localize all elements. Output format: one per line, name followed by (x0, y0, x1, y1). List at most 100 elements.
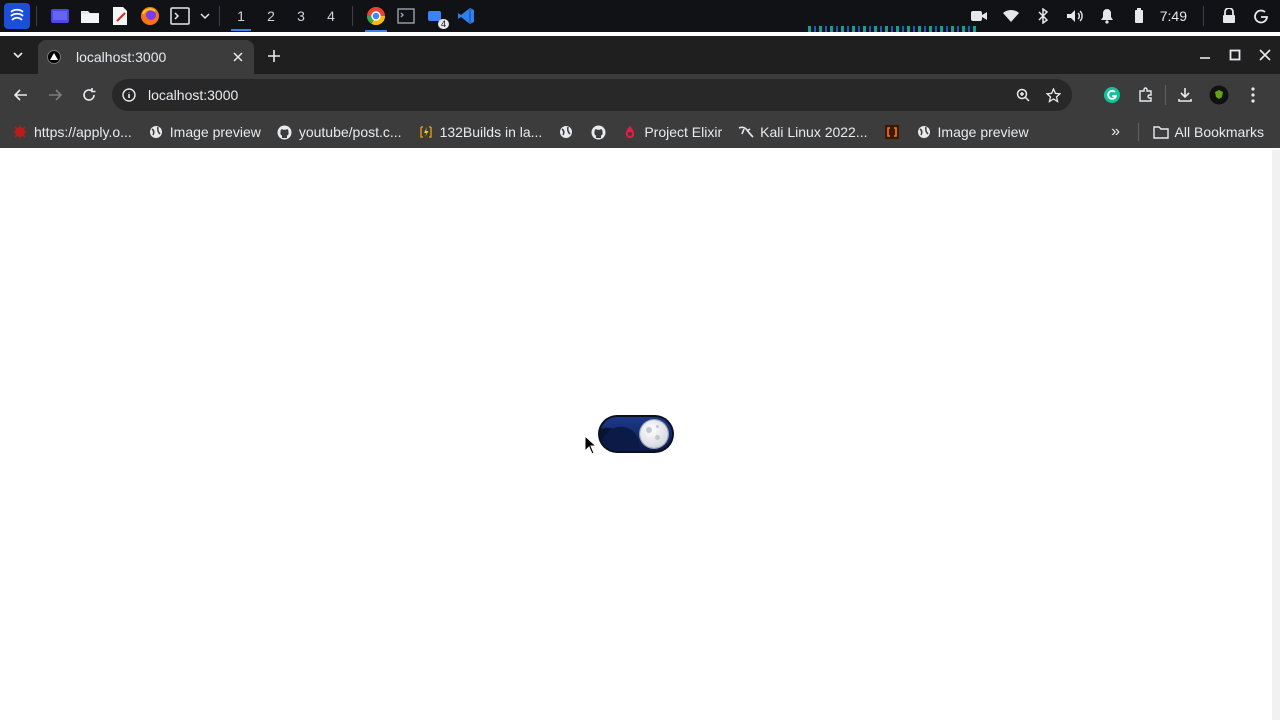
bookmark-item[interactable]: Image preview (142, 119, 267, 145)
tab-search-chevron-icon[interactable] (6, 44, 30, 66)
back-arrow-icon[interactable] (6, 80, 36, 110)
workspace-1[interactable]: 1 (227, 0, 255, 32)
system-activity-graph (808, 26, 976, 32)
bookmark-item[interactable]: https://apply.o... (6, 119, 138, 145)
system-tray: 7:49 (960, 3, 1280, 29)
page-viewport (0, 150, 1272, 720)
logout-icon[interactable] (1248, 3, 1274, 29)
new-tab-plus-icon[interactable] (263, 45, 285, 67)
all-bookmarks-button[interactable]: All Bookmarks (1147, 119, 1270, 145)
firefox-icon[interactable] (137, 3, 163, 29)
vscode-task-icon[interactable] (453, 3, 479, 29)
nextjs-favicon-icon (46, 49, 62, 65)
more-menu-icon[interactable] (1236, 80, 1270, 110)
bookmark-label: Project Elixir (644, 124, 723, 140)
bookmark-item-globe[interactable] (552, 119, 580, 145)
bookmark-label: https://apply.o... (34, 124, 132, 140)
wifi-icon[interactable] (998, 3, 1024, 29)
github-icon (590, 124, 606, 140)
file-manager-icon[interactable] (77, 3, 103, 29)
workspace-3[interactable]: 3 (287, 0, 315, 32)
maximize-icon[interactable] (1220, 40, 1250, 70)
taskbar-clock[interactable]: 7:49 (1160, 8, 1187, 24)
os-taskbar: 1 2 3 4 4 7:49 (0, 0, 1280, 32)
elixir-icon (622, 124, 638, 140)
bell-icon[interactable] (1094, 3, 1120, 29)
browser-tab-strip: localhost:3000 (0, 36, 1280, 74)
download-icon[interactable] (1168, 80, 1202, 110)
dark-mode-toggle[interactable] (598, 415, 674, 453)
moon-crater (655, 435, 660, 440)
bookmark-item[interactable]: Image preview (910, 119, 1035, 145)
moon-crater (646, 427, 652, 433)
github-icon (277, 124, 293, 140)
bluetooth-icon[interactable] (1030, 3, 1056, 29)
browser-toolbar: localhost:3000 (0, 74, 1280, 116)
orange-bracket-icon (884, 124, 900, 140)
terminal-icon[interactable] (167, 3, 193, 29)
text-editor-icon[interactable] (107, 3, 133, 29)
bookmark-star-icon[interactable] (1038, 80, 1068, 110)
bookmark-item[interactable]: Project Elixir (616, 119, 728, 145)
extensions-puzzle-icon[interactable] (1129, 80, 1163, 110)
address-bar[interactable]: localhost:3000 (112, 79, 1072, 111)
grammarly-extension-icon[interactable] (1095, 80, 1129, 110)
notification-badge-task-icon[interactable]: 4 (423, 3, 449, 29)
workspace-label: 2 (267, 8, 275, 24)
browser-tab-active[interactable]: localhost:3000 (38, 40, 254, 74)
profile-avatar[interactable] (1202, 80, 1236, 110)
all-bookmarks-label: All Bookmarks (1174, 124, 1264, 140)
bookmark-label: Kali Linux 2022... (760, 124, 868, 140)
toolbar-actions (1095, 80, 1270, 110)
minimize-icon[interactable] (1190, 40, 1220, 70)
workspace-4[interactable]: 4 (317, 0, 345, 32)
bookmark-item[interactable]: 132Builds in la... (412, 119, 549, 145)
kali-icon (738, 124, 754, 140)
terminal-task-icon[interactable] (393, 3, 419, 29)
workspace-label: 4 (327, 8, 335, 24)
bookmark-label: 132Builds in la... (439, 124, 543, 140)
forward-arrow-icon[interactable] (40, 80, 70, 110)
bookmark-item-bracket[interactable] (878, 119, 906, 145)
bolt-icon (418, 124, 434, 140)
globe-icon (916, 124, 932, 140)
mouse-cursor-icon (584, 435, 598, 455)
tab-title: localhost:3000 (76, 49, 167, 65)
bookmark-item[interactable]: youtube/post.c... (271, 119, 408, 145)
bookmark-site-icon (12, 124, 28, 140)
terminal-dropdown-chevron-icon[interactable] (197, 3, 213, 29)
site-info-icon[interactable] (114, 88, 144, 102)
volume-icon[interactable] (1062, 3, 1088, 29)
more-bookmarks-chevron[interactable]: » (1102, 119, 1130, 145)
globe-icon (148, 124, 164, 140)
desktop-icon[interactable] (47, 3, 73, 29)
reload-icon[interactable] (74, 80, 104, 110)
lock-icon[interactable] (1216, 3, 1242, 29)
app-menu-icon[interactable] (4, 3, 30, 29)
window-controls (1190, 40, 1280, 70)
zoom-icon[interactable] (1008, 80, 1038, 110)
taskbar-separator (1203, 6, 1204, 26)
bookmark-label: Image preview (937, 124, 1029, 140)
moon-crater (656, 425, 659, 428)
task-badge-count: 4 (437, 19, 449, 29)
address-url[interactable]: localhost:3000 (148, 87, 1008, 103)
workspace-2[interactable]: 2 (257, 0, 285, 32)
page-scrollbar[interactable] (1272, 150, 1280, 720)
close-window-icon[interactable] (1250, 40, 1280, 70)
bookmark-label: youtube/post.c... (298, 124, 402, 140)
close-tab-icon[interactable] (228, 47, 248, 67)
bookmark-item[interactable]: Kali Linux 2022... (732, 119, 873, 145)
chrome-task-icon[interactable] (363, 3, 389, 32)
taskbar-separator (219, 6, 220, 26)
folder-icon (1152, 124, 1169, 140)
workspace-label: 1 (237, 8, 245, 24)
bookmark-label: Image preview (169, 124, 261, 140)
bookmarks-bar-right: » All Bookmarks (1102, 119, 1270, 145)
taskbar-separator (36, 6, 37, 26)
battery-icon[interactable] (1126, 3, 1152, 29)
bookmarks-bar: https://apply.o... Image preview youtube… (0, 116, 1280, 148)
bookmark-item-github[interactable] (584, 119, 612, 145)
toolbar-separator (1165, 85, 1166, 105)
taskbar-separator (352, 6, 353, 26)
